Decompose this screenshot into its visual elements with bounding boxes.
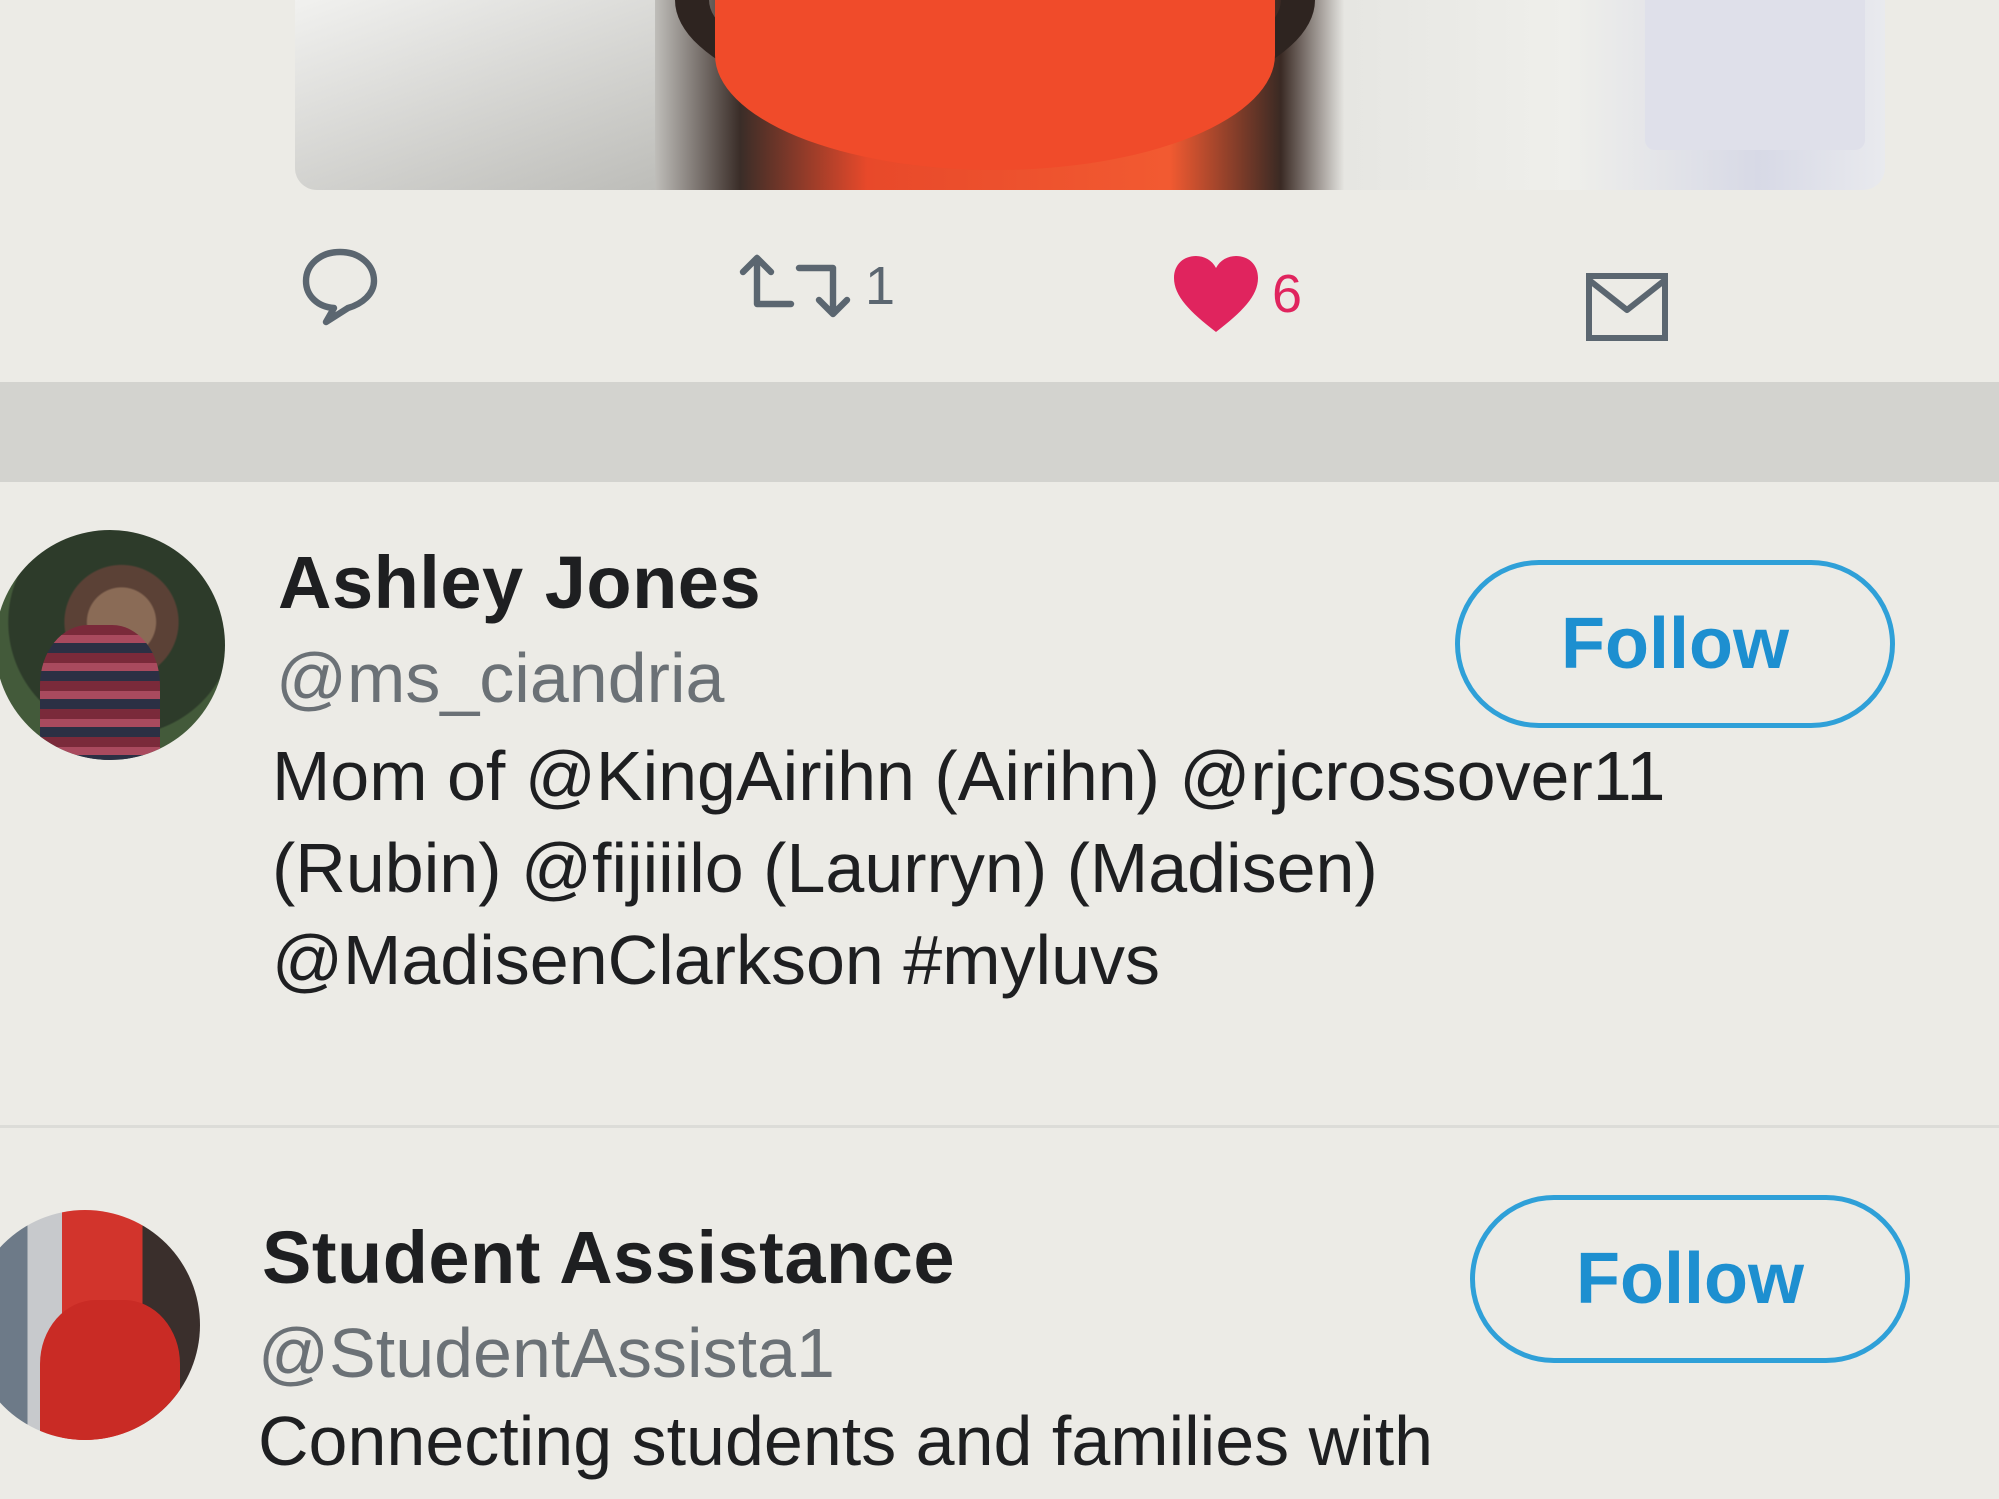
user-name[interactable]: Student Assistance [262,1215,955,1300]
bio-line: @MadisenClarkson #myluvs [272,921,1161,999]
media-region [715,0,1275,170]
media-region [295,0,655,190]
heart-icon [1174,256,1258,332]
tweet-action-bar: 1 6 [0,230,1999,350]
reply-icon [302,248,378,326]
bio-line: (Rubin) @fijiiilo (Laurryn) (Madisen) [272,829,1378,907]
user-handle: @ms_ciandria [276,639,725,717]
avatar[interactable] [0,1210,200,1440]
follow-button[interactable]: Follow [1455,560,1895,728]
envelope-icon [1586,273,1668,341]
user-name[interactable]: Ashley Jones [278,540,761,625]
reply-button[interactable] [292,238,388,334]
divider [0,1125,1999,1128]
bio-line: Mom of @KingAirihn (Airihn) @rjcrossover… [272,737,1666,815]
tweet-media-image[interactable] [295,0,1885,190]
bio-line: Connecting students and families with [258,1402,1434,1480]
section-separator [0,382,1999,482]
retweet-icon [739,254,851,318]
like-button[interactable]: 6 [1170,252,1302,336]
avatar-photo [40,625,160,760]
avatar-photo [40,1300,180,1440]
media-region [1645,0,1865,150]
retweet-count: 1 [865,256,896,316]
direct-message-button[interactable] [1585,272,1669,342]
avatar[interactable] [0,530,225,760]
like-count: 6 [1272,264,1303,324]
user-bio: Mom of @KingAirihn (Airihn) @rjcrossover… [272,730,1992,1006]
user-bio: Connecting students and families with [258,1395,1978,1487]
user-handle: @StudentAssista1 [258,1314,835,1392]
retweet-button[interactable]: 1 [735,248,895,324]
follow-button[interactable]: Follow [1470,1195,1910,1363]
